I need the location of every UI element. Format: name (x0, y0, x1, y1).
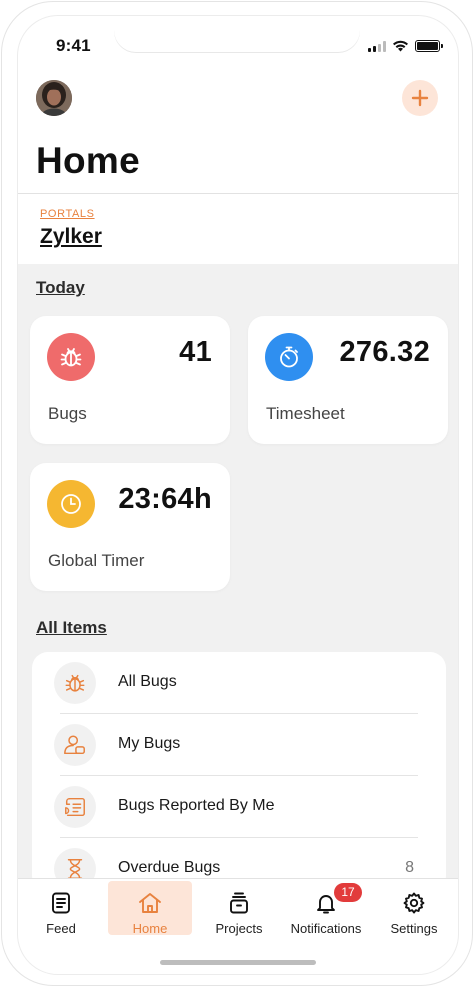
bugs-count: 41 (179, 336, 212, 368)
cellular-signal-icon (368, 40, 386, 52)
list-item-bugs-reported-by-me[interactable]: Bugs Reported By Me (32, 776, 446, 838)
app-screen: 9:41 Home PORTALS Zylker Today 41 Bugs 2… (18, 16, 458, 974)
list-item-label: Overdue Bugs (118, 859, 221, 876)
battery-icon (415, 40, 443, 52)
add-button[interactable] (402, 80, 438, 116)
status-icons (368, 40, 443, 52)
status-time: 9:41 (56, 36, 91, 55)
projects-icon (227, 887, 251, 919)
notification-badge: 17 (334, 883, 362, 902)
list-item-label: All Bugs (118, 673, 177, 690)
list-item-my-bugs[interactable]: My Bugs (32, 714, 446, 776)
clock-icon (47, 480, 95, 528)
portal-name[interactable]: Zylker (40, 225, 102, 249)
list-item-label: My Bugs (118, 735, 181, 752)
tab-feed[interactable]: Feed (34, 879, 88, 939)
portal-selector[interactable]: PORTALS Zylker (18, 194, 458, 264)
home-icon (137, 887, 163, 919)
phone-frame: 9:41 Home PORTALS Zylker Today 41 Bugs 2… (1, 1, 473, 986)
feed-icon (49, 887, 73, 919)
list-item-label: Bugs Reported By Me (118, 797, 275, 814)
stopwatch-icon (265, 333, 313, 381)
list-item-all-bugs[interactable]: All Bugs (32, 652, 446, 714)
wifi-icon (393, 40, 408, 52)
timesheet-value: 276.32 (339, 336, 430, 368)
user-bug-icon (54, 724, 96, 766)
list-item-count: 8 (405, 859, 414, 876)
all-items-section-title: All Items (36, 618, 107, 637)
tab-label: Settings (390, 921, 438, 936)
global-timer-card[interactable]: 23:64h Global Timer (30, 463, 230, 591)
global-timer-label: Global Timer (48, 551, 145, 570)
tab-label: Home (132, 921, 168, 936)
bugs-card[interactable]: 41 Bugs (30, 316, 230, 444)
bug-icon (47, 333, 95, 381)
tab-label: Notifications (290, 921, 362, 936)
tab-home[interactable]: Home (108, 879, 192, 939)
tab-projects[interactable]: Projects (208, 879, 270, 939)
home-indicator (160, 960, 316, 965)
tab-settings[interactable]: Settings (384, 879, 444, 939)
avatar-image (36, 80, 72, 116)
gear-icon (402, 887, 426, 919)
portal-label: PORTALS (40, 208, 95, 220)
page-title: Home (36, 140, 140, 181)
timesheet-label: Timesheet (266, 404, 345, 423)
avatar[interactable] (36, 80, 72, 116)
plus-icon (411, 89, 429, 107)
tab-label: Projects (215, 921, 263, 936)
bugs-label: Bugs (48, 404, 87, 423)
bug-icon (54, 662, 96, 704)
global-timer-value: 23:64h (118, 483, 212, 515)
timesheet-card[interactable]: 276.32 Timesheet (248, 316, 448, 444)
all-items-list: All Bugs My Bugs Bugs Reported By Me Ove… (32, 652, 446, 892)
tab-label: Feed (46, 921, 76, 936)
page-header: Home (18, 76, 458, 194)
device-notch (114, 16, 360, 52)
reported-icon (54, 786, 96, 828)
today-section-title: Today (36, 278, 85, 297)
